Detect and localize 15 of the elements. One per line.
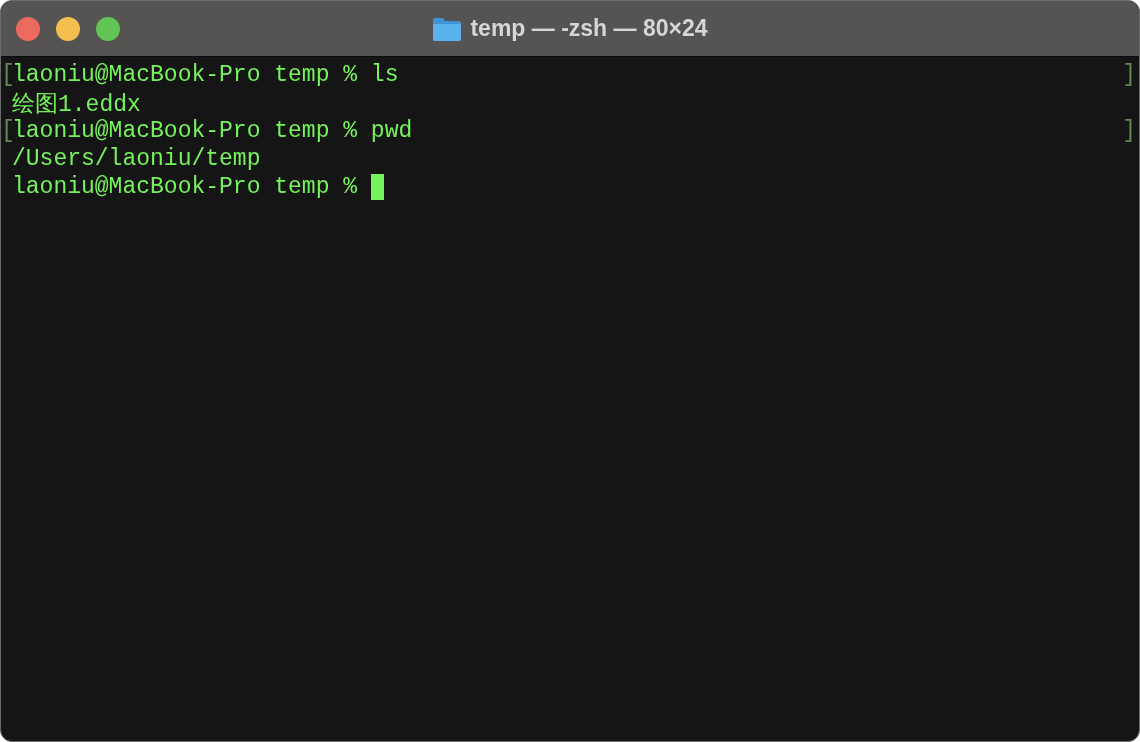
- terminal-line: laoniu@MacBook-Pro temp %: [12, 174, 359, 200]
- terminal-line: laoniu@MacBook-Pro temp % ls: [12, 62, 399, 88]
- window-title: temp — -zsh — 80×24: [470, 15, 708, 42]
- mark-bracket: ]: [1122, 62, 1136, 88]
- close-button[interactable]: [16, 16, 40, 41]
- mark-bracket: [: [1, 62, 12, 88]
- zoom-button[interactable]: [96, 16, 120, 41]
- minimize-button[interactable]: [56, 16, 80, 41]
- terminal-line: 绘图1.eddx: [12, 90, 141, 119]
- text-cursor: [370, 174, 384, 200]
- terminal-line: /Users/laoniu/temp: [12, 146, 261, 172]
- mark-bracket: ]: [1122, 118, 1136, 144]
- terminal-line: laoniu@MacBook-Pro temp % pwd: [12, 118, 413, 144]
- folder-icon: [432, 15, 463, 42]
- mark-bracket: [: [1, 118, 12, 144]
